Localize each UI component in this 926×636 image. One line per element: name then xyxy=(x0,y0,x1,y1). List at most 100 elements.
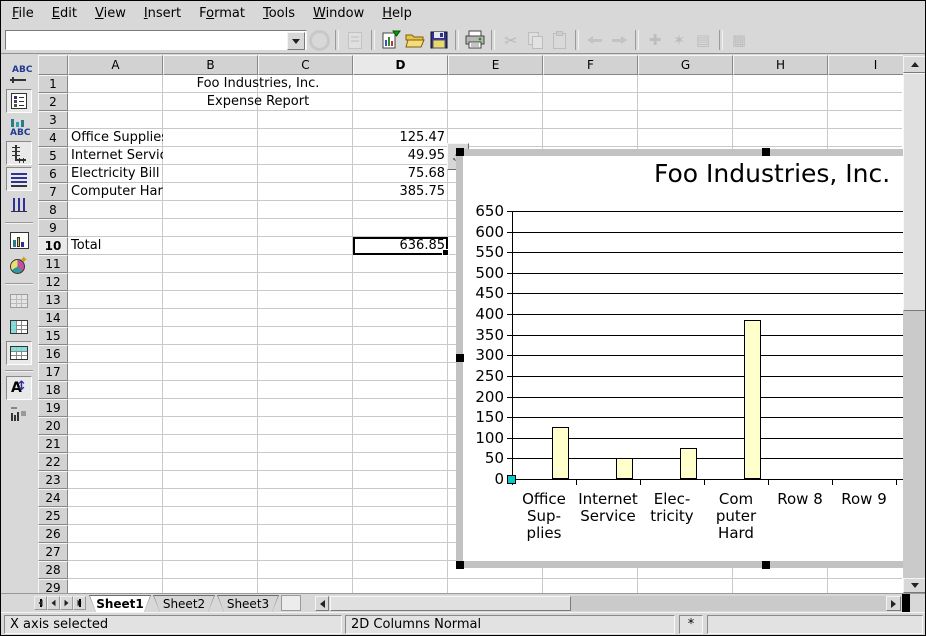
vertical-scrollbar[interactable] xyxy=(903,56,926,593)
object-resize-handle[interactable] xyxy=(762,148,770,156)
hscroll-track[interactable] xyxy=(571,596,886,611)
data-in-columns-icon[interactable] xyxy=(6,341,32,365)
row-header-16[interactable]: 16 xyxy=(38,345,68,363)
cell-d5[interactable]: 49.95 xyxy=(353,147,448,165)
horizontal-grid-icon[interactable] xyxy=(6,167,32,191)
column-header-i[interactable]: I xyxy=(828,55,903,75)
menu-format[interactable]: Format xyxy=(190,2,254,26)
x-axis-selection-handle[interactable] xyxy=(507,475,516,484)
first-sheet-button[interactable] xyxy=(34,596,47,610)
url-combobox[interactable] xyxy=(5,30,307,50)
row-header-20[interactable]: 20 xyxy=(38,417,68,435)
cell-d4[interactable]: 125.47 xyxy=(353,129,448,147)
combo-dropdown-button[interactable] xyxy=(287,32,305,50)
autoformat-chart-icon[interactable]: ✦ xyxy=(6,254,32,278)
row-header-21[interactable]: 21 xyxy=(38,435,68,453)
row-header-9[interactable]: 9 xyxy=(38,219,68,237)
row-header-24[interactable]: 24 xyxy=(38,489,68,507)
chart-bar[interactable] xyxy=(680,448,697,479)
hscroll-right-button[interactable] xyxy=(886,596,901,611)
chart-type-icon[interactable] xyxy=(6,228,32,252)
menu-help[interactable]: Help xyxy=(373,2,421,26)
object-resize-handle[interactable] xyxy=(456,148,464,156)
chart-object[interactable]: Foo Industries, Inc.65060055050045040035… xyxy=(456,149,926,568)
row-header-23[interactable]: 23 xyxy=(38,471,68,489)
vertical-grid-icon[interactable] xyxy=(6,193,32,217)
url-input[interactable] xyxy=(7,32,291,50)
chart-title[interactable]: Foo Industries, Inc. xyxy=(654,159,890,188)
cell-a5[interactable]: Internet Service xyxy=(68,147,163,165)
row-header-8[interactable]: 8 xyxy=(38,201,68,219)
row-header-12[interactable]: 12 xyxy=(38,273,68,291)
titles-on-off-icon[interactable]: ABC xyxy=(6,63,32,87)
row-header-17[interactable]: 17 xyxy=(38,363,68,381)
row-header-3[interactable]: 3 xyxy=(38,111,68,129)
sheet-tab-sheet3[interactable]: Sheet3 xyxy=(217,595,279,612)
data-in-rows-icon[interactable] xyxy=(6,315,32,339)
sheet-tab-sheet2[interactable]: Sheet2 xyxy=(153,595,215,612)
row-header-28[interactable]: 28 xyxy=(38,561,68,579)
axes-descriptions-icon[interactable] xyxy=(6,141,32,165)
column-header-g[interactable]: G xyxy=(638,55,733,75)
row-header-7[interactable]: 7 xyxy=(38,183,68,201)
vscroll-thumb[interactable] xyxy=(903,73,926,311)
column-header-a[interactable]: A xyxy=(68,55,163,75)
scale-text-icon[interactable]: A↕ xyxy=(6,376,32,400)
row-header-10[interactable]: 10 xyxy=(38,237,68,255)
cell-cursor[interactable] xyxy=(353,237,448,255)
new-document-icon[interactable] xyxy=(380,29,402,51)
open-icon[interactable] xyxy=(404,29,426,51)
save-icon[interactable] xyxy=(428,29,450,51)
y-axis-line[interactable] xyxy=(512,211,513,479)
column-header-h[interactable]: H xyxy=(733,55,828,75)
cell-a7[interactable]: Computer Hardware xyxy=(68,183,163,201)
menu-file[interactable]: File xyxy=(3,2,43,26)
row-header-4[interactable]: 4 xyxy=(38,129,68,147)
fill-handle[interactable] xyxy=(442,249,449,256)
row-header-25[interactable]: 25 xyxy=(38,507,68,525)
row-header-11[interactable]: 11 xyxy=(38,255,68,273)
cell-a4[interactable]: Office Supplies xyxy=(68,129,163,147)
column-header-f[interactable]: F xyxy=(543,55,638,75)
cell-b1[interactable]: Foo Industries, Inc. xyxy=(163,75,353,93)
legend-on-off-icon[interactable] xyxy=(6,89,32,113)
menu-window[interactable]: Window xyxy=(304,2,373,26)
previous-sheet-button[interactable] xyxy=(47,596,60,610)
row-header-19[interactable]: 19 xyxy=(38,399,68,417)
row-header-6[interactable]: 6 xyxy=(38,165,68,183)
chart-bar[interactable] xyxy=(552,427,569,479)
column-header-b[interactable]: B xyxy=(163,55,258,75)
object-resize-handle[interactable] xyxy=(762,561,770,569)
cell-d6[interactable]: 75.68 xyxy=(353,165,448,183)
row-header-13[interactable]: 13 xyxy=(38,291,68,309)
chart-bar[interactable] xyxy=(744,320,761,479)
cell-a6[interactable]: Electricity Bill xyxy=(68,165,163,183)
axes-titles-on-off-icon[interactable]: ABC xyxy=(6,115,32,139)
print-icon[interactable] xyxy=(464,29,486,51)
column-header-d[interactable]: D xyxy=(353,55,448,75)
select-all-corner[interactable] xyxy=(38,55,68,75)
menu-edit[interactable]: Edit xyxy=(43,2,86,26)
row-header-18[interactable]: 18 xyxy=(38,381,68,399)
auto-layout-icon[interactable] xyxy=(6,402,32,426)
row-header-26[interactable]: 26 xyxy=(38,525,68,543)
object-resize-handle[interactable] xyxy=(456,354,464,362)
row-header-22[interactable]: 22 xyxy=(38,453,68,471)
column-header-e[interactable]: E xyxy=(448,55,543,75)
scroll-up-button[interactable] xyxy=(903,56,926,73)
hscroll-thumb[interactable] xyxy=(330,596,571,611)
next-sheet-button[interactable] xyxy=(60,596,73,610)
row-header-27[interactable]: 27 xyxy=(38,543,68,561)
sheet-tab-sheet1[interactable]: Sheet1 xyxy=(89,595,151,612)
menu-insert[interactable]: Insert xyxy=(135,2,190,26)
object-resize-handle[interactable] xyxy=(456,561,464,569)
row-header-14[interactable]: 14 xyxy=(38,309,68,327)
cell-d7[interactable]: 385.75 xyxy=(353,183,448,201)
menu-tools[interactable]: Tools xyxy=(254,2,304,26)
chart-bar[interactable] xyxy=(616,458,633,479)
row-header-2[interactable]: 2 xyxy=(38,93,68,111)
last-sheet-button[interactable] xyxy=(73,596,86,610)
menu-view[interactable]: View xyxy=(86,2,135,26)
hscroll-left-button[interactable] xyxy=(315,596,329,611)
row-header-5[interactable]: 5 xyxy=(38,147,68,165)
